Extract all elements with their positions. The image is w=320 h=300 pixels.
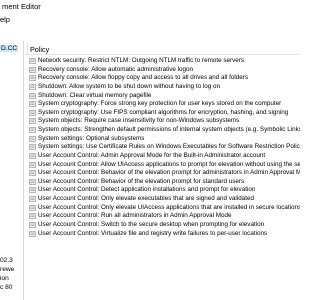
policy-row[interactable]: User Account Control: Only elevate UIAcc…: [25, 204, 300, 213]
policy-label: System cryptography: Use FIPS compliant …: [38, 108, 289, 116]
policy-setting-icon: [29, 101, 36, 107]
policy-setting-icon: [29, 75, 36, 82]
policy-row[interactable]: User Account Control: Allow UIAccess app…: [25, 161, 300, 170]
policy-setting-icon: [29, 92, 36, 99]
policy-label: Recovery console: Allow floppy copy and …: [38, 74, 249, 82]
policy-row[interactable]: Shutdown: Allow system to be shut down w…: [25, 83, 300, 92]
policy-setting-icon: [29, 178, 36, 185]
policy-setting-icon: [29, 84, 36, 90]
policy-label: User Account Control: Only elevate execu…: [38, 195, 254, 202]
policy-setting-icon: [29, 58, 36, 64]
navigation-tree-pane[interactable]: D.CC 02.3 rewe ion c 80: [0, 41, 24, 300]
policy-row[interactable]: User Account Control: Detect application…: [25, 186, 300, 195]
policy-label: System objects: Strengthen default permi…: [38, 126, 300, 133]
policy-list-pane: Policy Network security: Restrict NTLM: …: [25, 41, 300, 300]
tree-item-selected[interactable]: D.CC: [0, 45, 19, 52]
menu-help[interactable]: elp: [0, 15, 10, 24]
policy-setting-icon: [29, 153, 36, 159]
policy-row[interactable]: Recovery console: Allow automatic admini…: [25, 66, 300, 75]
policy-setting-icon: [29, 109, 36, 116]
policy-row[interactable]: User Account Control: Switch to the secu…: [25, 221, 300, 230]
policy-row[interactable]: System settings: Use Certificate Rules o…: [25, 143, 300, 152]
tree-item[interactable]: ion: [0, 275, 9, 282]
policy-label: Network security: Restrict NTLM: Outgoin…: [38, 57, 244, 64]
policy-label: User Account Control: Switch to the secu…: [38, 220, 265, 228]
policy-setting-icon: [29, 144, 36, 151]
column-separator: [27, 43, 28, 55]
policy-row[interactable]: Recovery console: Allow floppy copy and …: [25, 74, 300, 83]
policy-setting-icon: [29, 66, 36, 73]
policy-label: User Account Control: Allow UIAccess app…: [38, 160, 300, 168]
policy-label: System objects: Require case insensitivi…: [38, 117, 240, 125]
tree-item[interactable]: c 80: [0, 284, 12, 291]
policy-setting-icon: [29, 230, 36, 237]
column-header-label: Policy: [30, 45, 50, 54]
policy-row[interactable]: System cryptography: Use FIPS compliant …: [25, 109, 300, 118]
policy-row[interactable]: Network security: Restrict NTLM: Outgoin…: [25, 57, 300, 66]
policy-row[interactable]: User Account Control: Admin Approval Mod…: [25, 152, 300, 161]
policy-label: User Account Control: Behavior of the el…: [38, 177, 245, 185]
policy-list: Network security: Restrict NTLM: Outgoin…: [25, 57, 300, 238]
policy-label: System settings: Use Certificate Rules o…: [38, 143, 300, 151]
tree-item[interactable]: rewe: [0, 266, 14, 273]
policy-label: System cryptography: Force strong key pr…: [38, 100, 282, 108]
policy-row[interactable]: User Account Control: Behavior of the el…: [25, 178, 300, 187]
toolbar: [0, 26, 300, 41]
policy-setting-icon: [29, 187, 36, 194]
policy-label: Recovery console: Allow automatic admini…: [38, 65, 194, 73]
policy-label: User Account Control: Admin Approval Mod…: [38, 151, 266, 159]
policy-row[interactable]: User Account Control: Only elevate execu…: [25, 195, 300, 204]
window-title: ment Editor: [2, 2, 41, 11]
policy-row[interactable]: User Account Control: Virtualize file an…: [25, 230, 300, 239]
policy-setting-icon: [29, 127, 36, 133]
policy-setting-icon: [29, 170, 36, 176]
policy-row[interactable]: System cryptography: Force strong key pr…: [25, 100, 300, 109]
policy-label: Shutdown: Allow system to be shut down w…: [38, 82, 221, 90]
policy-label: User Account Control: Virtualize file an…: [38, 229, 268, 237]
menu-bar: elp: [0, 14, 300, 26]
policy-label: User Account Control: Behavior of the el…: [38, 169, 300, 177]
policy-label: User Account Control: Detect application…: [38, 186, 256, 194]
policy-row[interactable]: System objects: Require case insensitivi…: [25, 117, 300, 126]
policy-label: User Account Control: Only elevate UIAcc…: [38, 203, 300, 211]
policy-setting-icon: [29, 135, 36, 142]
policy-setting-icon: [29, 118, 36, 125]
policy-row[interactable]: System objects: Strengthen default permi…: [25, 126, 300, 135]
policy-setting-icon: [29, 204, 36, 211]
policy-setting-icon: [29, 161, 36, 168]
policy-label: System settings: Optional subsystems: [38, 134, 145, 142]
tree-item[interactable]: 02.3: [0, 257, 13, 264]
policy-label: Shutdown: Clear virtual memory pagefile: [38, 91, 152, 99]
policy-setting-icon: [29, 196, 36, 202]
policy-row[interactable]: User Account Control: Behavior of the el…: [25, 169, 300, 178]
column-header-policy[interactable]: Policy: [25, 43, 300, 55]
policy-label: User Account Control: Run all administra…: [38, 212, 232, 220]
policy-row[interactable]: System settings: Optional subsystems: [25, 135, 300, 144]
title-bar: ment Editor: [0, 0, 300, 13]
policy-row[interactable]: Shutdown: Clear virtual memory pagefile: [25, 92, 300, 101]
policy-row[interactable]: User Account Control: Run all administra…: [25, 212, 300, 221]
policy-setting-icon: [29, 222, 36, 228]
policy-setting-icon: [29, 213, 36, 220]
